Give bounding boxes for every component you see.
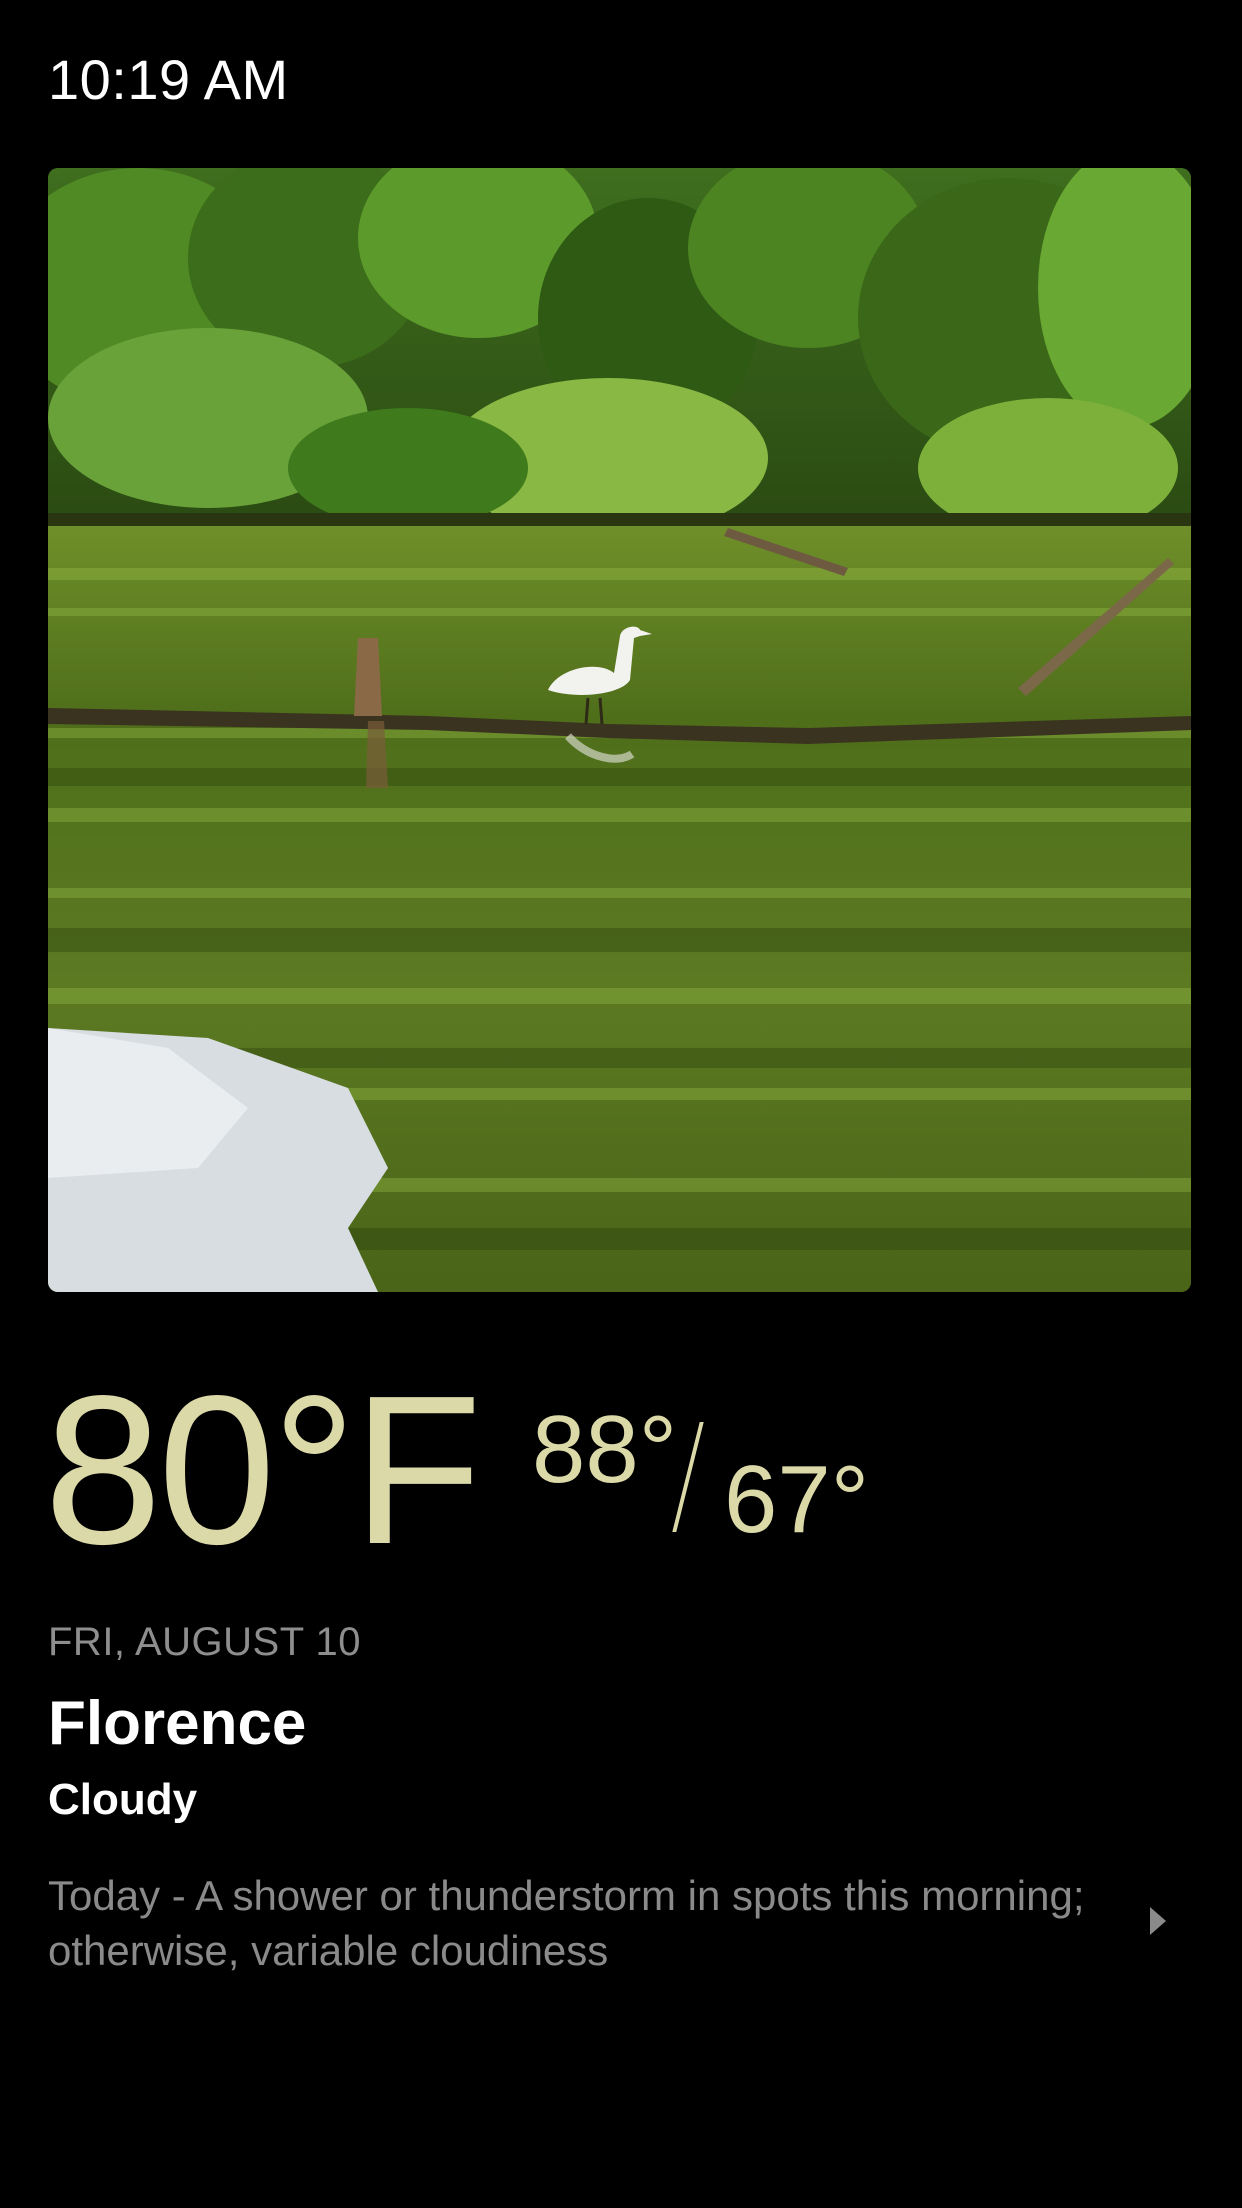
forecast-date: FRI, AUGUST 10: [48, 1620, 362, 1664]
background-photo: [48, 168, 1191, 1292]
status-bar-time: 10:19 AM: [48, 48, 289, 111]
pond-heron-image: [48, 168, 1191, 1292]
high-temperature: 88°: [532, 1396, 678, 1503]
chevron-right-icon: [1150, 1907, 1166, 1935]
forecast-more-button[interactable]: [1136, 1896, 1180, 1946]
current-temperature: 80°F: [44, 1351, 482, 1588]
temperature-row: 80°F 88° 67°: [44, 1360, 1194, 1580]
low-temperature: 67°: [724, 1446, 870, 1553]
forecast-summary[interactable]: Today - A shower or thunderstorm in spot…: [48, 1868, 1088, 1978]
weather-condition: Cloudy: [48, 1775, 198, 1824]
city-name: Florence: [48, 1689, 307, 1758]
